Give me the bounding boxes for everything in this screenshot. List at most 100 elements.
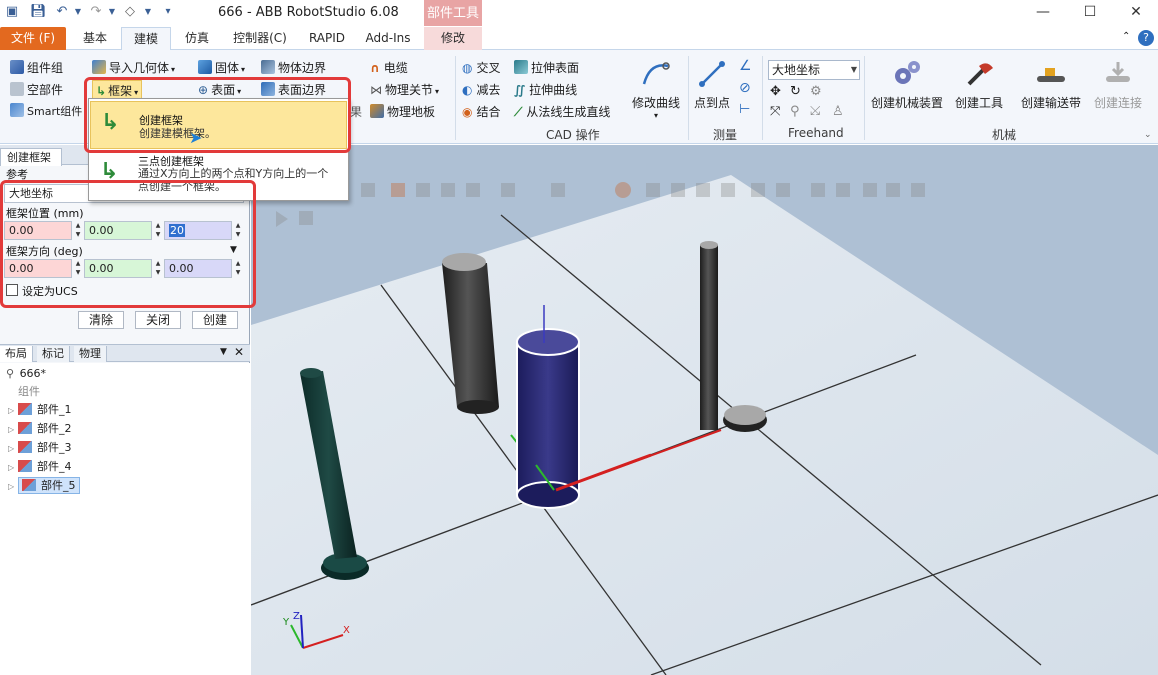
toolbar-icon[interactable] — [863, 183, 877, 197]
orientation-z-field[interactable]: 0.00 — [164, 259, 232, 278]
stop-icon[interactable] — [299, 211, 313, 225]
tab-modeling[interactable]: 建模 — [121, 27, 171, 50]
three-point-frame-menu-item[interactable]: ↳ 三点创建框架 通过X方向上的两个点和Y方向上的一个点创建一个框架。 — [90, 151, 347, 199]
layout-close-icon[interactable]: ✕ — [234, 345, 244, 359]
union-button[interactable]: ◉ 结合 — [462, 102, 501, 122]
jog-reorient-icon[interactable]: ⚲ — [790, 104, 800, 119]
tree-item-part-1[interactable]: ▷ 部件_1 — [8, 401, 72, 419]
position-y-spinner[interactable]: ▲ ▼ — [153, 221, 163, 240]
toolbar-icon[interactable] — [501, 183, 515, 197]
surface-button[interactable]: ⊕ 表面 ▾ — [198, 80, 241, 100]
distance-measure-icon[interactable]: ⊢ — [739, 102, 750, 117]
close-button[interactable]: ✕ — [1113, 0, 1158, 26]
save-icon[interactable]: 💾︎ — [30, 4, 47, 20]
orientation-expand-icon[interactable]: ▼ — [230, 245, 237, 255]
toolbar-icon[interactable] — [441, 183, 455, 197]
orientation-z-spinner[interactable]: ▲ ▼ — [233, 259, 243, 278]
close-panel-button[interactable]: 关闭 — [135, 311, 181, 329]
tab-simulation[interactable]: 仿真 — [174, 27, 220, 50]
toolbar-icon[interactable] — [466, 183, 480, 197]
tree-item-part-2[interactable]: ▷ 部件_2 — [8, 420, 72, 438]
toolbar-icon[interactable] — [811, 183, 825, 197]
undo-dropdown-icon[interactable]: ▼ — [70, 4, 86, 20]
create-tool-button[interactable]: 创建工具 — [950, 58, 1008, 111]
tag-dropdown-icon[interactable]: ▼ — [140, 4, 156, 20]
orientation-y-field[interactable]: 0.00 — [84, 259, 152, 278]
create-mechanism-button[interactable]: 创建机械装置 — [866, 58, 948, 111]
create-connection-button[interactable]: 创建连接 — [1087, 58, 1149, 111]
station-node[interactable]: ⚲ 666* — [6, 365, 46, 383]
ribbon-expand-icon[interactable]: ⌄ — [1144, 130, 1152, 140]
orientation-x-field[interactable]: 0.00 — [4, 259, 72, 278]
empty-part-button[interactable]: 空部件 — [10, 80, 63, 100]
expand-icon[interactable]: ▷ — [8, 402, 18, 420]
redo-icon[interactable]: ↷ — [88, 4, 104, 20]
subtract-button[interactable]: ◐ 减去 — [462, 80, 501, 100]
minimize-button[interactable]: — — [1020, 0, 1066, 26]
create-frame-menu-item[interactable]: ↳ 创建框架 创建建模框架。 ➤ — [90, 101, 347, 149]
tab-basic[interactable]: 基本 — [72, 27, 118, 50]
toolbar-icon[interactable] — [911, 183, 925, 197]
tab-layout[interactable]: 布局 — [0, 346, 33, 362]
extrude-surface-button[interactable]: 拉伸表面 — [514, 58, 579, 78]
toolbar-icon[interactable] — [391, 183, 405, 197]
physics-floor-button[interactable]: 物理地板 — [370, 102, 435, 122]
toolbar-icon[interactable] — [361, 183, 375, 197]
set-ucs-checkbox[interactable] — [6, 284, 18, 296]
redo-dropdown-icon[interactable]: ▼ — [104, 4, 120, 20]
import-geometry-button[interactable]: 导入几何体 ▾ — [92, 58, 175, 78]
toolbar-icon[interactable] — [671, 183, 685, 197]
3d-viewport[interactable]: X Y Z — [251, 145, 1158, 675]
undo-icon[interactable]: ↶ — [54, 4, 70, 20]
tab-addins[interactable]: Add-Ins — [358, 27, 418, 50]
tab-file[interactable]: 文件 (F) — [0, 27, 66, 50]
rotate-icon[interactable]: ↻ — [790, 84, 801, 99]
multi-robot-jog-icon[interactable]: ⤩ — [810, 104, 820, 119]
layout-menu-icon[interactable]: ▼ — [220, 347, 227, 357]
tag-icon[interactable]: ◇ — [122, 4, 138, 20]
expand-icon[interactable]: ▷ — [8, 478, 18, 496]
body-boundary-button[interactable]: 物体边界 — [261, 58, 326, 78]
position-y-field[interactable]: 0.00 — [84, 221, 152, 240]
position-z-field[interactable]: 20 — [164, 221, 232, 240]
move-icon[interactable]: ✥ — [770, 84, 781, 99]
surface-boundary-button[interactable]: 表面边界 — [261, 80, 326, 100]
toolbar-icon[interactable] — [836, 183, 850, 197]
tab-physics[interactable]: 物理 — [74, 346, 107, 362]
tab-tags[interactable]: 标记 — [37, 346, 70, 362]
create-button[interactable]: 创建 — [192, 311, 238, 329]
collapse-ribbon-icon[interactable]: ⌃ — [1122, 31, 1130, 42]
toolbar-icon[interactable] — [776, 183, 790, 197]
tab-controller[interactable]: 控制器(C) — [224, 27, 296, 50]
toolbar-icon[interactable] — [416, 183, 430, 197]
modify-curve-button[interactable]: 修改曲线 ▾ — [628, 58, 684, 120]
tree-item-part-4[interactable]: ▷ 部件_4 — [8, 458, 72, 476]
tab-rapid[interactable]: RAPID — [300, 27, 354, 50]
line-from-normal-button[interactable]: ⟋ 从法线生成直线 — [514, 102, 610, 122]
frame-button[interactable]: ↳ 框架 ▾ — [92, 80, 143, 100]
panel-tab-create-frame[interactable]: 创建框架 — [0, 148, 62, 166]
jog-linear-icon[interactable]: ⤧ — [770, 104, 780, 119]
toolbar-icon[interactable] — [551, 183, 565, 197]
toolbar-icon[interactable] — [615, 182, 631, 198]
position-x-field[interactable]: 0.00 — [4, 221, 72, 240]
solid-button[interactable]: 固体 ▾ — [198, 58, 245, 78]
position-x-spinner[interactable]: ▲ ▼ — [73, 221, 83, 240]
angle-measure-icon[interactable]: ∠ — [739, 58, 752, 74]
toolbar-icon[interactable] — [646, 183, 660, 197]
expand-icon[interactable]: ▷ — [8, 421, 18, 439]
cable-button[interactable]: ∩ 电缆 — [370, 58, 408, 78]
help-icon[interactable]: ? — [1138, 30, 1154, 46]
customize-icon[interactable]: ▾ — [160, 4, 176, 20]
maximize-button[interactable]: ☐ — [1067, 0, 1113, 26]
reference-frame-select[interactable]: 大地坐标 ▼ — [768, 60, 860, 80]
toolbar-icon[interactable] — [886, 183, 900, 197]
clear-button[interactable]: 清除 — [78, 311, 124, 329]
tab-modify[interactable]: 修改 — [424, 27, 482, 50]
smart-component-button[interactable]: Smart组件 — [10, 102, 82, 122]
physics-joint-button[interactable]: ⋈ 物理关节 ▾ — [370, 80, 439, 100]
expand-icon[interactable]: ▷ — [8, 440, 18, 458]
position-z-spinner[interactable]: ▲ ▼ — [233, 221, 243, 240]
component-group-button[interactable]: 组件组 — [10, 58, 63, 78]
intersect-button[interactable]: ◍ 交叉 — [462, 58, 501, 78]
